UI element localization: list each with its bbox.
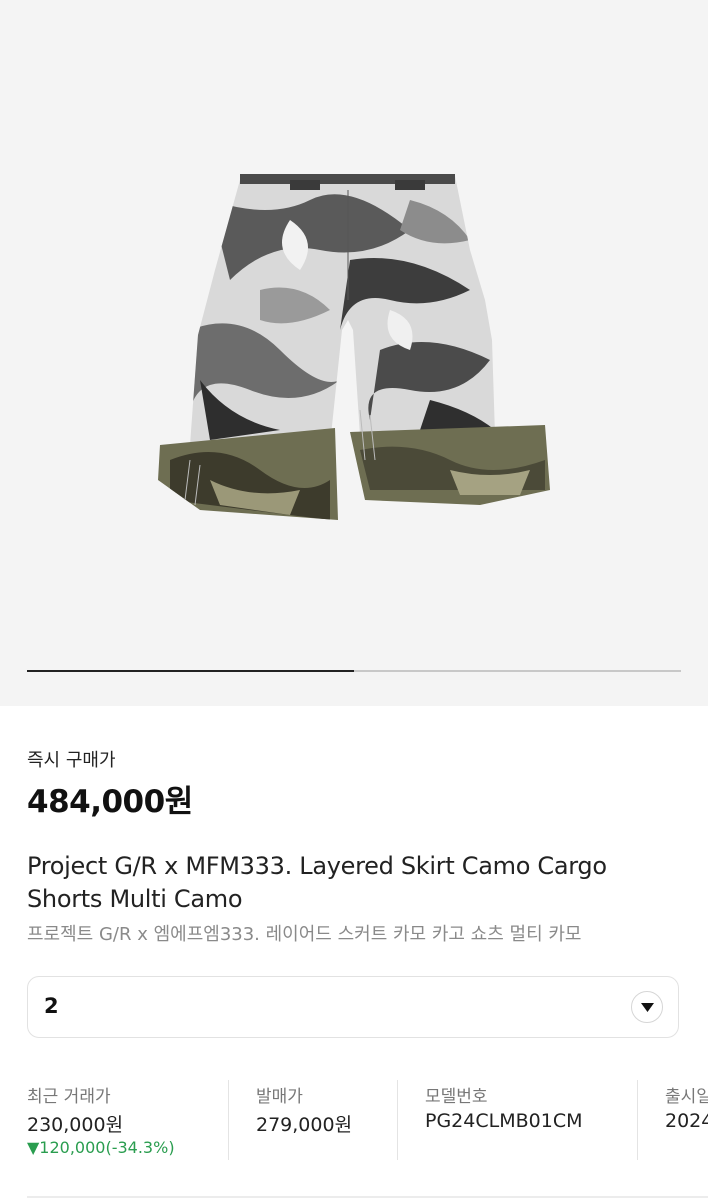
instant-buy-price: 484,000원 (27, 784, 193, 820)
release-price-value: 279,000원 (256, 1114, 353, 1136)
size-dropdown-button[interactable] (631, 991, 663, 1023)
product-image-gallery[interactable] (0, 0, 708, 706)
info-divider (228, 1080, 229, 1160)
product-title-ko: 프로젝트 G/R x 엠에프엠333. 레이어드 스커트 카모 카고 쇼츠 멀티… (27, 924, 582, 945)
recent-trade-price: 230,000원 (27, 1114, 124, 1136)
recent-trade-label: 최근 거래가 (27, 1087, 111, 1107)
model-number-value: PG24CLMB01CM (425, 1110, 583, 1132)
size-select[interactable]: 2 (27, 976, 679, 1038)
product-info-row: 최근 거래가 230,000원 ▼120,000(-34.3%) 발매가 279… (0, 1078, 708, 1168)
product-image (158, 174, 550, 520)
recent-trade-change: ▼120,000(-34.3%) (27, 1138, 175, 1157)
release-price-label: 발매가 (256, 1087, 303, 1107)
chevron-down-icon (641, 1003, 654, 1012)
release-date-value: 2024 (665, 1110, 708, 1132)
product-title-en: Project G/R x MFM333. Layered Skirt Camo… (27, 852, 607, 913)
release-date-label: 출시일 (665, 1087, 708, 1107)
model-number-label: 모델번호 (425, 1087, 488, 1107)
info-divider (397, 1080, 398, 1160)
size-select-value: 2 (44, 994, 59, 1018)
info-divider (637, 1080, 638, 1160)
gallery-progress (27, 670, 681, 672)
gallery-progress-fill (27, 670, 354, 672)
section-divider (27, 1196, 708, 1198)
instant-buy-label: 즉시 구매가 (27, 750, 116, 771)
